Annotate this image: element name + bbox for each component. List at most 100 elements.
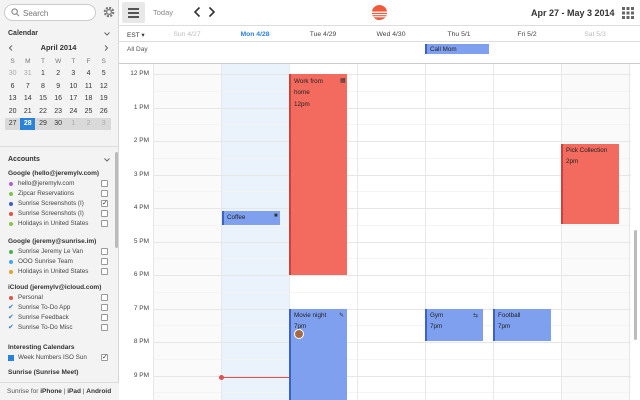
event-call-mom[interactable]: Call Mom xyxy=(425,44,489,54)
mini-calendar-day[interactable]: 30 xyxy=(5,68,20,80)
hour-label: 8 PM xyxy=(133,338,149,345)
mini-calendar-day[interactable]: 27 xyxy=(5,117,21,131)
calendar-visibility-checkbox[interactable] xyxy=(101,220,108,227)
iphone-link[interactable]: iPhone xyxy=(40,388,62,395)
mini-calendar-day[interactable]: 22 xyxy=(35,106,50,118)
calendar-list-item[interactable]: Week Numbers ISO Sun ✓ xyxy=(8,353,111,363)
calendar-visibility-checkbox[interactable] xyxy=(101,248,108,255)
event-gym[interactable]: Gym 7pm ⇆ xyxy=(425,309,483,341)
gear-icon[interactable] xyxy=(102,5,116,19)
calendar-visibility-checkbox[interactable]: ✓ xyxy=(101,200,108,207)
mini-calendar-day[interactable]: 28 xyxy=(20,117,36,131)
day-column-header[interactable]: Sat 5/3 xyxy=(561,31,629,38)
mini-calendar-day[interactable]: 2 xyxy=(80,117,97,131)
day-column-header[interactable]: Fri 5/2 xyxy=(493,31,561,38)
mini-calendar-day[interactable]: 29 xyxy=(35,117,51,131)
sidebar-toggle-button[interactable] xyxy=(122,2,145,23)
mini-calendar-day[interactable]: 19 xyxy=(96,93,111,105)
timezone-selector[interactable]: EST ▾ xyxy=(127,31,145,39)
mini-calendar-day[interactable]: 9 xyxy=(51,81,66,93)
ipad-link[interactable]: iPad xyxy=(67,388,81,395)
calendar-section-header[interactable]: Calendar xyxy=(8,30,38,37)
calendar-list-item[interactable]: Sunrise Jeremy Le Van xyxy=(8,247,111,257)
calendar-list-item[interactable]: Sunrise Screenshots (I) ✓ xyxy=(8,199,111,209)
android-link[interactable]: Android xyxy=(86,388,111,395)
calendar-list-item[interactable]: ✔ Sunrise To-Do Misc xyxy=(8,323,111,333)
calendar-visibility-checkbox[interactable] xyxy=(101,294,108,301)
mini-calendar-day[interactable]: 31 xyxy=(20,68,35,80)
calendar-list-item[interactable]: Personal xyxy=(8,293,111,303)
mini-calendar-day[interactable]: 21 xyxy=(20,106,35,118)
mini-calendar-day[interactable]: 3 xyxy=(66,68,81,80)
mini-calendar-day[interactable]: 12 xyxy=(96,81,111,93)
mini-calendar-day[interactable]: 14 xyxy=(20,93,35,105)
weekend-column xyxy=(561,64,629,400)
mini-calendar-day[interactable]: 2 xyxy=(51,68,66,80)
mini-calendar-day[interactable]: 13 xyxy=(5,93,20,105)
mini-calendar-day[interactable]: 8 xyxy=(35,81,50,93)
calendar-list-item[interactable]: Zipcar Reservations xyxy=(8,189,111,199)
mini-calendar-day[interactable]: 24 xyxy=(66,106,81,118)
mini-calendar-day[interactable]: 23 xyxy=(51,106,66,118)
mini-calendar-day[interactable]: 30 xyxy=(50,117,66,131)
calendar-list-item[interactable]: Sunrise Screenshots (I) xyxy=(8,209,111,219)
mini-calendar-day[interactable]: 10 xyxy=(66,81,81,93)
sidebar-scrollbar[interactable] xyxy=(115,152,118,248)
calendar-visibility-checkbox[interactable] xyxy=(101,314,108,321)
week-time-grid[interactable]: 12 PM 1 PM 2 PM 3 PM 4 PM 5 PM 6 PM 7 PM 8 PM 9 P… xyxy=(119,64,640,400)
calendar-list-item[interactable]: OOO Sunrise Team xyxy=(8,257,111,267)
mini-calendar-day[interactable]: 20 xyxy=(5,106,20,118)
mini-calendar-day[interactable]: 11 xyxy=(81,81,96,93)
mini-calendar-day[interactable]: 25 xyxy=(81,106,96,118)
chevron-down-icon[interactable] xyxy=(103,156,111,164)
calendar-visibility-checkbox[interactable] xyxy=(101,324,108,331)
apps-grid-icon[interactable] xyxy=(619,4,637,22)
calendar-visibility-checkbox[interactable] xyxy=(101,258,108,265)
calendar-list-item[interactable]: ✔ Sunrise To-Do App xyxy=(8,303,111,313)
day-column-header[interactable]: Sun 4/27 xyxy=(153,31,221,38)
mini-calendar-day[interactable]: 1 xyxy=(65,117,81,131)
mini-calendar-day[interactable]: 15 xyxy=(35,93,50,105)
next-week-button[interactable] xyxy=(207,6,216,18)
day-divider xyxy=(153,64,154,400)
event-movie-night[interactable]: Movie night 7pm ✎ xyxy=(289,309,347,400)
weekday-header: T xyxy=(40,58,45,65)
mini-calendar-day[interactable]: 5 xyxy=(96,68,111,80)
mini-calendar-day[interactable]: 4 xyxy=(81,68,96,80)
calendar-visibility-checkbox[interactable]: ✓ xyxy=(101,354,108,361)
chevron-right-icon[interactable] xyxy=(102,44,110,52)
search-box[interactable] xyxy=(4,4,96,21)
event-pick-collection[interactable]: Pick Collection 2pm xyxy=(561,144,619,224)
day-column-header[interactable]: Thu 5/1 xyxy=(425,31,493,38)
day-column-header[interactable]: Tue 4/29 xyxy=(289,31,357,38)
search-input[interactable] xyxy=(23,7,93,19)
event-coffee[interactable]: Coffee ■ xyxy=(222,211,280,225)
today-button[interactable]: Today xyxy=(153,8,173,17)
event-work-from-home[interactable]: Work from home 12pm ▦ xyxy=(289,74,347,275)
calendar-visibility-checkbox[interactable] xyxy=(101,180,108,187)
calendar-visibility-checkbox[interactable] xyxy=(101,210,108,217)
day-column-header[interactable]: Wed 4/30 xyxy=(357,31,425,38)
accounts-section-header[interactable]: Accounts xyxy=(8,156,40,163)
calendar-visibility-checkbox[interactable] xyxy=(101,268,108,275)
mini-calendar-day[interactable]: 18 xyxy=(81,93,96,105)
mini-calendar-day[interactable]: 7 xyxy=(20,81,35,93)
previous-week-button[interactable] xyxy=(193,6,202,18)
event-football[interactable]: Football 7pm xyxy=(493,309,551,341)
mini-calendar-day[interactable]: 26 xyxy=(96,106,111,118)
calendar-list-label: Sunrise Jeremy Le Van xyxy=(18,248,83,255)
day-column-header[interactable]: Mon 4/28 xyxy=(221,31,289,38)
calendar-visibility-checkbox[interactable] xyxy=(101,304,108,311)
calendar-visibility-checkbox[interactable] xyxy=(101,190,108,197)
mini-calendar-day[interactable]: 3 xyxy=(96,117,112,131)
calendar-list-item[interactable]: hello@jeremylv.com xyxy=(8,179,111,189)
calendar-list-item[interactable]: ✔ Sunrise Feedback xyxy=(8,313,111,323)
calendar-list-item[interactable]: Holidays in United States xyxy=(8,219,111,229)
calendar-list-item[interactable]: Holidays in United States xyxy=(8,267,111,277)
mini-calendar-day[interactable]: 1 xyxy=(35,68,50,80)
mini-calendar-day[interactable]: 16 xyxy=(51,93,66,105)
grid-scrollbar[interactable] xyxy=(634,230,637,340)
chevron-down-icon[interactable] xyxy=(103,30,111,38)
mini-calendar-day[interactable]: 17 xyxy=(66,93,81,105)
mini-calendar-day[interactable]: 6 xyxy=(5,81,20,93)
